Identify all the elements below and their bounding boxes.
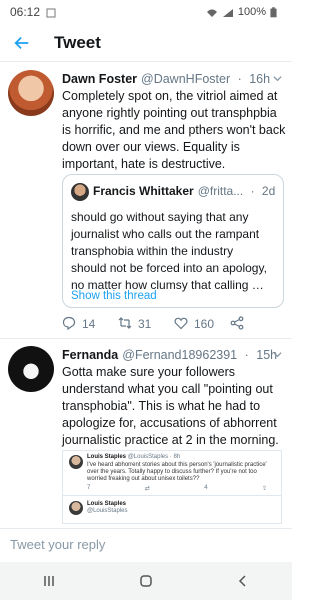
retweet-icon (118, 316, 132, 333)
battery-level: 100% (237, 6, 266, 18)
avatar (71, 183, 89, 201)
reply-icon (62, 316, 76, 333)
author-handle: @DawnHFoster (141, 72, 231, 86)
embed-author-handle: @LouisStaples · 8h (127, 454, 181, 460)
tweet-text: Completely spot on, the vitriol aimed at… (62, 88, 286, 173)
quoted-line: should not be forced into an apology, (71, 261, 267, 275)
reply-button[interactable]: 14 (62, 316, 118, 333)
quoted-line: transphobia within the industry (71, 244, 234, 258)
notification-icon (46, 7, 58, 18)
share-icon (230, 315, 244, 333)
retweet-button[interactable]: 31 (118, 316, 174, 333)
embed-header: Louis Staples @LouisStaples · 8h (87, 454, 180, 460)
reply-count: 14 (82, 317, 96, 331)
tweet-divider (0, 338, 292, 339)
embed-like-count: 4 (204, 485, 208, 491)
like-button[interactable]: 160 (174, 316, 230, 333)
status-bar: 06:12 100% (0, 0, 292, 24)
quoted-tweet-header: Francis Whittaker @fritta... · 2d (93, 184, 276, 198)
recents-icon[interactable] (29, 574, 69, 588)
reply-tweet-header: Fernanda @Fernand18962391 · 15h (62, 348, 278, 362)
quoted-tweet[interactable]: Francis Whittaker @fritta... · 2d should … (62, 174, 284, 308)
quoted-line: journalist who calls out the rampant (71, 227, 260, 241)
embed-share-icon: ⇪ (261, 486, 267, 492)
tweet-line: Completely spot on, the vitriol aimed at (62, 89, 278, 103)
quoted-author-name: Francis Whittaker (93, 184, 194, 198)
wifi-icon (206, 7, 218, 17)
tweet-line: journalistic practice at 2 in the mornin… (62, 433, 279, 447)
back-arrow-icon[interactable] (0, 34, 44, 52)
home-icon[interactable] (126, 574, 166, 588)
retweet-count: 31 (138, 317, 152, 331)
quoted-tweet-age: 2d (261, 184, 276, 198)
embed-retweet-icon: ⇄ (144, 486, 150, 492)
tweet-line: apologize for, accusations of abhorrent (62, 416, 277, 430)
embed-author-name: Louis Staples (87, 454, 127, 460)
tweet-line: important, hate is destructive. (62, 157, 226, 171)
tweet-line: transphobia". This is what he had to (62, 399, 261, 413)
status-time: 06:12 (10, 5, 41, 19)
author-name[interactable]: Fernanda (62, 348, 118, 362)
avatar (69, 455, 83, 469)
caret-down-icon[interactable] (273, 74, 282, 86)
embed-author-handle: @LouisStaples (87, 508, 128, 514)
tweet-line: anyone rightly pointing out transphpbia (62, 106, 277, 120)
author-handle: @Fernand18962391 (122, 348, 238, 362)
back-nav-icon[interactable] (223, 574, 263, 588)
battery-icon (270, 7, 282, 18)
quoted-author-handle: @fritta... (197, 184, 244, 198)
author-name[interactable]: Dawn Foster (62, 72, 137, 86)
reply-input[interactable]: Tweet your reply (0, 528, 292, 560)
like-icon (174, 316, 188, 333)
tweet-line: understand what you call "pointing out (62, 382, 273, 396)
page-title: Tweet (54, 32, 101, 52)
tweet-age: 16h (249, 72, 271, 86)
tweet-line: down over our views. Equality is (62, 140, 240, 154)
quoted-line: should go without saying that any (71, 210, 249, 224)
like-count: 160 (194, 317, 215, 331)
embed-text: I've heard abhorrent stories about this … (87, 462, 267, 482)
avatar[interactable] (8, 70, 54, 116)
tweet-actions: 14 31 160 (62, 314, 286, 334)
app-header: Tweet (0, 24, 292, 62)
show-thread-link[interactable]: Show this thread (71, 290, 157, 302)
caret-down-icon[interactable] (273, 350, 282, 362)
reply-placeholder: Tweet your reply (10, 537, 106, 552)
embed-author-name: Louis Staples (87, 501, 127, 507)
signal-icon (222, 7, 234, 17)
share-button[interactable] (230, 315, 244, 333)
embed-divider (63, 495, 281, 496)
tweet-header: Dawn Foster @DawnHFoster · 16h (62, 72, 271, 86)
embed-reply-count: 7 (87, 485, 91, 491)
avatar[interactable] (8, 346, 54, 392)
tweet-line: is horrific, and me and pthers won't bac… (62, 123, 286, 137)
system-nav-bar (0, 562, 292, 600)
embed-actions: 7 ⇄ 4 ⇪ (87, 485, 267, 492)
embedded-screenshot[interactable]: Louis Staples @LouisStaples · 8h I've he… (62, 450, 282, 524)
avatar (69, 501, 83, 515)
reply-tweet-text: Gotta make sure your followers understan… (62, 364, 286, 449)
tweet-line: Gotta make sure your followers (62, 365, 235, 379)
quoted-tweet-text: should go without saying that any journa… (71, 209, 277, 294)
